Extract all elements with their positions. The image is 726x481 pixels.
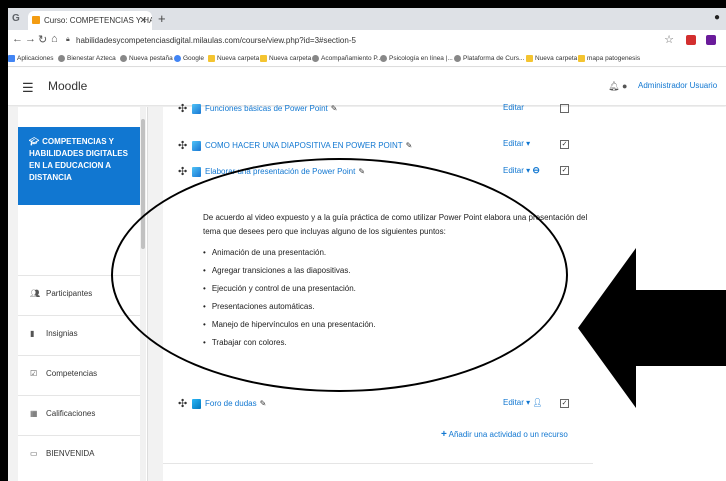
activity-title[interactable]: Funciones básicas de Power Point xyxy=(205,104,328,113)
reload-icon[interactable]: ↻ xyxy=(38,33,47,46)
folder-icon xyxy=(208,55,215,62)
bookmark-item[interactable]: Nueva carpeta xyxy=(526,55,577,62)
moodle-favicon-icon xyxy=(32,16,40,24)
completion-checkbox[interactable] xyxy=(560,104,569,113)
site-brand[interactable]: Moodle xyxy=(48,79,87,93)
screenshot-frame: G Curso: COMPETENCIAS Y HABILI ✕ + ● ← →… xyxy=(8,8,726,481)
table-icon: ▦ xyxy=(30,409,38,418)
web-icon xyxy=(312,55,319,62)
web-icon xyxy=(454,55,461,62)
edit-menu[interactable]: Editar ▾ 👤︎ xyxy=(503,398,543,407)
moodle-navbar: ☰ Moodle 🔔︎ ● Administrador Usuario xyxy=(8,68,726,106)
sidebar-item-competencias[interactable]: ☑ Competencias xyxy=(18,355,146,395)
forum-icon xyxy=(192,398,201,409)
user-menu[interactable]: Administrador Usuario xyxy=(638,81,717,90)
folder-icon: ▭ xyxy=(30,449,38,458)
bookmark-item[interactable]: Nueva carpeta xyxy=(260,55,311,62)
close-icon[interactable]: ✕ xyxy=(139,15,147,26)
completion-checkbox[interactable]: ✓ xyxy=(560,166,569,175)
drawer-course-item[interactable]: 🎓︎ COMPETENCIAS Y HABILIDADES DIGITALES E… xyxy=(18,127,146,205)
bookmark-item[interactable]: Aplicaciones xyxy=(8,55,54,62)
edit-menu[interactable]: Editar ▾ ⊖ xyxy=(503,165,540,176)
bookmark-item[interactable]: Nueva pestaña xyxy=(120,55,173,62)
extension-icon[interactable] xyxy=(706,35,716,45)
pencil-icon[interactable]: ✎ xyxy=(406,141,413,150)
forward-icon[interactable]: → xyxy=(25,33,36,45)
bookmarks-bar: Aplicaciones Bienestar Azteca Nueva pest… xyxy=(8,51,726,67)
sidebar-item-insignias[interactable]: ▮ Insignias xyxy=(18,315,146,355)
move-icon[interactable]: ✣ xyxy=(178,397,188,410)
folder-icon xyxy=(526,55,533,62)
extension-icon[interactable] xyxy=(686,35,696,45)
google-icon xyxy=(174,55,181,62)
check-icon: ☑ xyxy=(30,369,38,378)
completion-checkbox[interactable]: ✓ xyxy=(560,399,569,408)
plus-icon: + xyxy=(441,429,447,440)
add-activity-link[interactable]: + Añadir una actividad o un recurso xyxy=(441,429,568,440)
bookmark-item[interactable]: Bienestar Azteca xyxy=(58,55,116,62)
url-text: habilidadesycompetenciasdigital.milaulas… xyxy=(76,36,356,45)
badge-icon: ▮ xyxy=(30,329,35,338)
bookmark-item[interactable]: Google xyxy=(174,55,204,62)
move-icon[interactable]: ✣ xyxy=(178,102,188,115)
home-icon[interactable]: ⌂ xyxy=(51,33,58,45)
graduation-cap-icon: 🎓︎ xyxy=(29,137,40,146)
activity-item[interactable]: ✣ COMO HACER UNA DIAPOSITIVA EN POWER PO… xyxy=(178,139,412,152)
pencil-icon[interactable]: ✎ xyxy=(260,399,267,408)
presentation-icon xyxy=(192,140,201,151)
folder-icon xyxy=(578,55,585,62)
course-name: COMPETENCIAS Y HABILIDADES DIGITALES EN … xyxy=(29,137,128,182)
sidebar-item-bienvenida[interactable]: ▭ BIENVENIDA xyxy=(18,435,146,475)
activity-title[interactable]: COMO HACER UNA DIAPOSITIVA EN POWER POIN… xyxy=(205,141,403,150)
web-icon xyxy=(380,55,387,62)
tab-title: Curso: COMPETENCIAS Y HABILI xyxy=(44,16,152,25)
browser-navbar: ← → ↻ ⌂ 🔒︎ habilidadesycompetenciasdigit… xyxy=(8,30,726,51)
menu-icon[interactable]: ☰ xyxy=(22,80,34,96)
apps-icon xyxy=(8,55,15,62)
section-divider xyxy=(163,463,593,464)
browser-tabbar: G Curso: COMPETENCIAS Y HABILI ✕ + ● xyxy=(8,8,726,30)
bookmark-item[interactable]: Psicología en línea |... xyxy=(380,55,453,62)
profile-icon[interactable]: ● xyxy=(714,12,720,23)
users-icon: 👥︎ xyxy=(30,289,41,298)
activity-item[interactable]: ✣ Foro de dudas ✎ xyxy=(178,397,266,410)
move-icon[interactable]: ✣ xyxy=(178,165,188,178)
edit-menu[interactable]: Editar xyxy=(503,103,524,112)
chat-icon[interactable]: ● xyxy=(622,81,627,91)
new-tab-icon[interactable]: + xyxy=(158,11,166,26)
activity-item[interactable]: ✣ Funciones básicas de Power Point ✎ xyxy=(178,102,337,115)
activity-title[interactable]: Foro de dudas xyxy=(205,399,257,408)
address-bar[interactable]: 🔒︎ habilidadesycompetenciasdigital.milau… xyxy=(64,33,664,48)
lock-icon: 🔒︎ xyxy=(66,36,70,43)
web-icon xyxy=(58,55,65,62)
pointer-arrow-icon xyxy=(578,248,726,408)
back-icon[interactable]: ← xyxy=(12,33,23,45)
assignment-icon xyxy=(192,166,201,177)
browser-tab[interactable]: Curso: COMPETENCIAS Y HABILI ✕ xyxy=(28,11,152,30)
web-icon xyxy=(120,55,127,62)
highlight-ellipse xyxy=(111,158,568,392)
move-icon[interactable]: ✣ xyxy=(178,139,188,152)
sidebar-item-calificaciones[interactable]: ▦ Calificaciones xyxy=(18,395,146,435)
bookmark-item[interactable]: Plataforma de Curs... xyxy=(454,55,524,62)
bookmark-item[interactable]: Acompañamiento P... xyxy=(312,55,382,62)
bell-icon[interactable]: 🔔︎ xyxy=(608,81,619,92)
bookmark-item[interactable]: Nueva carpeta xyxy=(208,55,259,62)
presentation-icon xyxy=(192,103,201,114)
edit-menu[interactable]: Editar ▾ xyxy=(503,139,530,148)
bookmark-item[interactable]: mapa patogenesis xyxy=(578,55,640,62)
pencil-icon[interactable]: ✎ xyxy=(331,104,338,113)
google-icon: G xyxy=(12,13,20,24)
completion-checkbox[interactable]: ✓ xyxy=(560,140,569,149)
star-icon[interactable]: ☆ xyxy=(664,33,674,46)
folder-icon xyxy=(260,55,267,62)
